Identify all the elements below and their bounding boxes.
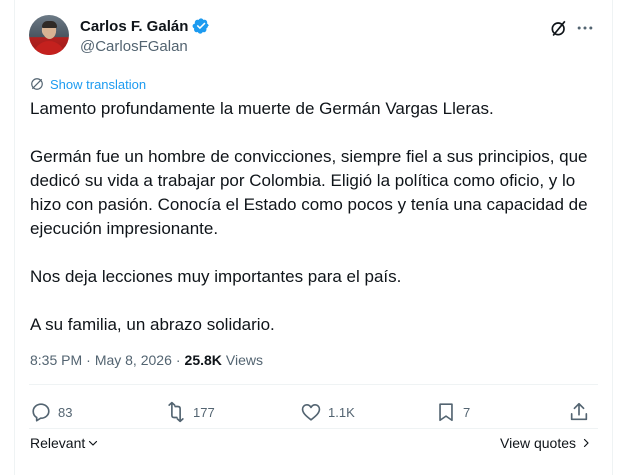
author-handle[interactable]: @CarlosFGalan [80, 38, 188, 55]
grok-icon [551, 20, 566, 37]
meta-separator: · [86, 352, 91, 368]
tweet-date[interactable]: May 8, 2026 [95, 352, 172, 368]
tweet-time[interactable]: 8:35 PM [30, 352, 82, 368]
more-options-button[interactable] [575, 18, 595, 38]
tweet-paragraph: Nos deja lecciones muy importantes para … [30, 267, 402, 286]
views-label: Views [225, 352, 263, 368]
reply-icon [32, 403, 50, 422]
divider [29, 384, 598, 385]
repost-icon [168, 401, 184, 423]
more-icon [577, 26, 593, 30]
bookmark-icon [439, 403, 453, 422]
sort-label: Relevant [30, 435, 86, 451]
author-display-name[interactable]: Carlos F. Galán [80, 18, 188, 35]
timeline-border-right [612, 0, 613, 475]
chevron-right-icon [583, 438, 589, 448]
repost-count: 177 [193, 404, 215, 420]
tweet-paragraph: Germán fue un hombre de convicciones, si… [30, 147, 588, 238]
view-quotes-link[interactable]: View quotes [500, 435, 592, 451]
view-quotes-label: View quotes [500, 435, 577, 451]
like-icon [301, 404, 321, 421]
views-count: 25.8K [184, 352, 222, 368]
reply-count: 83 [58, 404, 73, 420]
verified-badge-icon [192, 18, 210, 34]
tweet-meta: 8:35 PM · May 8, 2026 · 25.8K Views [30, 352, 263, 368]
avatar-hair [42, 21, 57, 28]
tweet-paragraph: Lamento profundamente la muerte de Germá… [30, 99, 494, 118]
tweet-paragraph: A su familia, un abrazo solidario. [30, 315, 275, 334]
show-translation-link[interactable]: Show translation [30, 75, 146, 93]
tweet-text: Lamento profundamente la muerte de Germá… [30, 97, 600, 337]
translate-icon [31, 78, 43, 90]
action-bar: 83 177 1.1K 7 [30, 398, 600, 426]
divider [29, 428, 598, 429]
chevron-down-icon [89, 440, 98, 446]
sort-replies-dropdown[interactable]: Relevant [30, 435, 99, 451]
repost-button[interactable]: 177 [165, 398, 215, 426]
show-translation-label: Show translation [50, 76, 147, 92]
bookmark-button[interactable]: 7 [435, 398, 470, 426]
share-icon [570, 402, 588, 421]
bookmark-count: 7 [463, 404, 471, 420]
grok-button[interactable] [549, 18, 569, 38]
author-name-row: Carlos F. Galán [80, 16, 210, 36]
timeline-border-left [14, 0, 15, 475]
reply-button[interactable]: 83 [30, 398, 72, 426]
like-button[interactable]: 1.1K [300, 398, 355, 426]
avatar-shoulder [33, 41, 65, 55]
avatar[interactable] [29, 15, 69, 55]
meta-separator: · [175, 352, 181, 368]
like-count: 1.1K [328, 404, 355, 420]
share-button[interactable] [568, 398, 590, 426]
